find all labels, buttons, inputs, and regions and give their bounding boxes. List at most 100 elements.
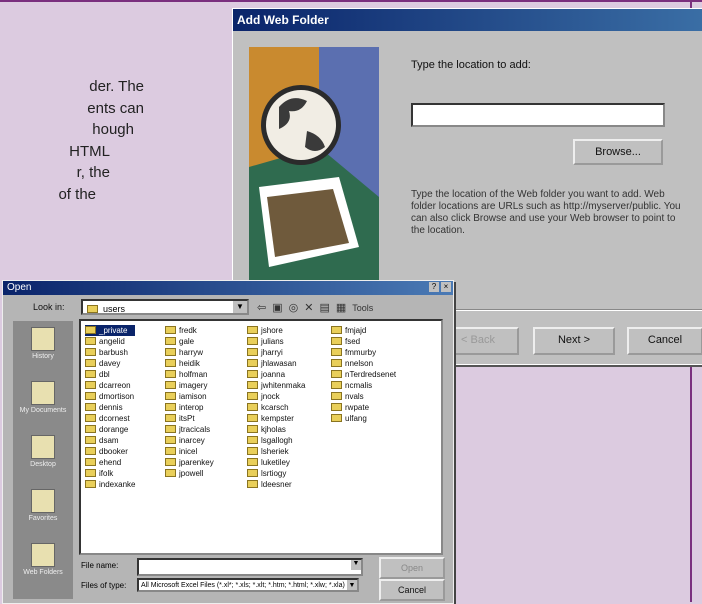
folder-item[interactable]: fmjajd [331, 325, 396, 336]
folder-item[interactable]: imagery [165, 380, 214, 391]
place-history[interactable]: History [19, 327, 67, 367]
folder-name: dbooker [99, 447, 128, 456]
back-arrow-icon[interactable]: ⇦ [257, 301, 266, 314]
folder-item[interactable]: ifolk [85, 468, 135, 479]
folder-item[interactable]: dcornest [85, 413, 135, 424]
close-icon[interactable]: × [441, 282, 451, 292]
folder-name: ldeesner [261, 480, 292, 489]
folder-item[interactable]: dorange [85, 424, 135, 435]
folder-name: heidik [179, 359, 200, 368]
folder-item[interactable]: fsed [331, 336, 396, 347]
place-desktop[interactable]: Desktop [19, 435, 67, 475]
folder-item[interactable]: jhlawasan [247, 358, 305, 369]
folder-name: jhlawasan [261, 359, 297, 368]
folder-item[interactable]: itsPt [165, 413, 214, 424]
folder-item[interactable]: iamison [165, 391, 214, 402]
place-web-folders[interactable]: Web Folders [19, 543, 67, 583]
folder-item[interactable]: luketiley [247, 457, 305, 468]
place-my-documents[interactable]: My Documents [19, 381, 67, 421]
folder-item[interactable]: julians [247, 336, 305, 347]
folder-item[interactable]: lsrtiogy [247, 468, 305, 479]
folder-item[interactable]: joanna [247, 369, 305, 380]
search-web-icon[interactable]: ◎ [289, 301, 299, 314]
views-icon[interactable]: ▦ [336, 301, 346, 314]
folder-item[interactable]: jharryi [247, 347, 305, 358]
folder-item[interactable]: interop [165, 402, 214, 413]
folder-icon [165, 370, 176, 378]
folder-item[interactable]: dbooker [85, 446, 135, 457]
chevron-down-icon[interactable]: ▼ [347, 580, 357, 590]
folder-item[interactable]: kjholas [247, 424, 305, 435]
place-label: My Documents [19, 407, 67, 414]
folder-name: inarcey [179, 436, 205, 445]
folder-name: jnock [261, 392, 280, 401]
folder-item[interactable]: barbush [85, 347, 135, 358]
tools-menu[interactable]: Tools [352, 303, 373, 313]
cancel-button[interactable]: Cancel [627, 327, 702, 355]
folder-item[interactable]: dsam [85, 435, 135, 446]
folder-item[interactable]: jnock [247, 391, 305, 402]
folder-name: dennis [99, 403, 123, 412]
folder-item[interactable]: ehend [85, 457, 135, 468]
folder-item[interactable]: fmmurby [331, 347, 396, 358]
folder-item[interactable]: dcarreon [85, 380, 135, 391]
folder-name: jshore [261, 326, 283, 335]
folder-item[interactable]: jpowell [165, 468, 214, 479]
browse-button[interactable]: Browse... [573, 139, 663, 165]
folder-item[interactable]: lsgallogh [247, 435, 305, 446]
folder-name: lsgallogh [261, 436, 293, 445]
folder-item[interactable]: kempster [247, 413, 305, 424]
folder-item[interactable]: fredk [165, 325, 214, 336]
delete-icon[interactable]: ✕ [304, 301, 313, 314]
new-folder-icon[interactable]: ▤ [319, 301, 329, 314]
cancel-button[interactable]: Cancel [379, 579, 445, 601]
look-in-dropdown[interactable]: users ▼ [81, 299, 249, 315]
folder-name: joanna [261, 370, 286, 379]
next-button[interactable]: Next > [533, 327, 615, 355]
folder-icon [247, 326, 258, 334]
folder-item[interactable]: ulfang [331, 413, 396, 424]
folder-item[interactable]: ncmalis [331, 380, 396, 391]
folder-item[interactable]: nTerdredsenet [331, 369, 396, 380]
folder-item[interactable]: nvals [331, 391, 396, 402]
folder-item[interactable]: gale [165, 336, 214, 347]
folder-icon [247, 469, 258, 477]
folder-item[interactable]: heidik [165, 358, 214, 369]
folder-item[interactable]: nnelson [331, 358, 396, 369]
folder-item[interactable]: _private [85, 325, 136, 336]
folder-name: kempster [261, 414, 294, 423]
folder-icon [247, 447, 258, 455]
folder-item[interactable]: harryw [165, 347, 214, 358]
chevron-down-icon[interactable]: ▼ [351, 560, 361, 570]
folder-item[interactable]: rwpate [331, 402, 396, 413]
folder-item[interactable]: jtracicals [165, 424, 214, 435]
folder-name: ehend [99, 458, 122, 467]
folder-item[interactable]: davey [85, 358, 135, 369]
toolbar: ⇦ ▣ ◎ ✕ ▤ ▦ Tools [257, 301, 373, 314]
folder-name: harryw [179, 348, 204, 357]
folder-item[interactable]: kcarsch [247, 402, 305, 413]
folder-item[interactable]: jshore [247, 325, 305, 336]
folder-item[interactable]: dennis [85, 402, 135, 413]
folder-item[interactable]: ldeesner [247, 479, 305, 490]
location-input[interactable] [411, 103, 665, 127]
file-name-input[interactable]: ▼ [137, 558, 363, 576]
folder-item[interactable]: jwhitenmaka [247, 380, 305, 391]
folder-item[interactable]: jparenkey [165, 457, 214, 468]
up-folder-icon[interactable]: ▣ [272, 301, 282, 314]
folder-name: _private [99, 326, 128, 335]
folder-item[interactable]: inarcey [165, 435, 214, 446]
help-icon[interactable]: ? [429, 282, 439, 292]
folder-item[interactable]: dbl [85, 369, 135, 380]
place-favorites[interactable]: Favorites [19, 489, 67, 529]
files-of-type-select[interactable]: All Microsoft Excel Files (*.xl*; *.xls;… [137, 578, 359, 592]
chevron-down-icon[interactable]: ▼ [233, 301, 247, 313]
folder-item[interactable]: lsheriek [247, 446, 305, 457]
folder-item[interactable]: dmortison [85, 391, 135, 402]
folder-icon [331, 381, 342, 389]
folder-item[interactable]: inicel [165, 446, 214, 457]
folder-item[interactable]: angelid [85, 336, 135, 347]
folder-item[interactable]: indexanke [85, 479, 135, 490]
folder-item[interactable]: holfman [165, 369, 214, 380]
open-button[interactable]: Open [379, 557, 445, 579]
